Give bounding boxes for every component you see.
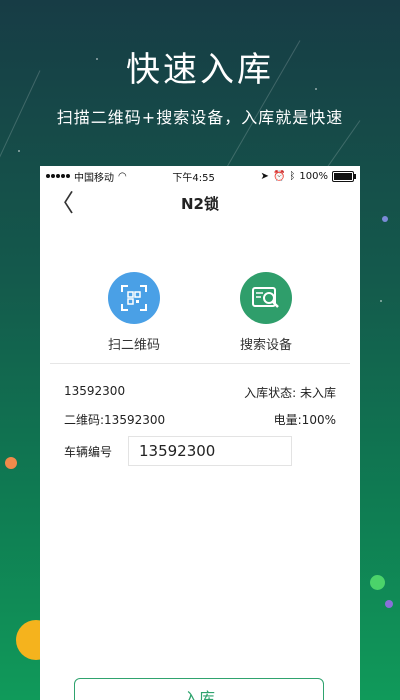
location-icon: ➤ xyxy=(260,170,269,182)
wifi-icon: ◠ xyxy=(118,170,127,182)
qr-scan-icon xyxy=(108,272,160,324)
nav-title: N2锁 xyxy=(181,194,219,213)
battery-level: 电量:100% xyxy=(273,413,336,427)
decorative-dot-purple xyxy=(382,216,388,222)
scan-qr-label: 扫二维码 xyxy=(107,338,160,353)
vehicle-number-input[interactable] xyxy=(128,436,292,466)
bluetooth-icon: ᛒ xyxy=(289,170,296,182)
vehicle-number-label: 车辆编号 xyxy=(64,444,113,459)
vehicle-number-row: 车辆编号 xyxy=(40,436,360,466)
qr-code-value: 二维码:13592300 xyxy=(64,413,166,427)
storage-status: 入库状态: 未入库 xyxy=(244,386,336,400)
nav-bar: 〈 N2锁 xyxy=(40,186,360,220)
scan-qr-button[interactable]: 扫二维码 xyxy=(79,272,189,353)
hero-title: 快速入库 xyxy=(126,50,274,90)
hero-subtitle: 扫描二维码+搜索设备，入库就是快速 xyxy=(56,108,344,127)
submit-storage-button[interactable]: 入库 xyxy=(74,678,324,700)
battery-icon xyxy=(331,170,356,182)
search-device-label: 搜索设备 xyxy=(239,338,292,353)
status-bar: 中国移动 ◠ 下午4:55 ➤ ⏰ ᛒ 100% xyxy=(40,166,360,186)
back-button[interactable]: 〈 xyxy=(50,190,74,216)
device-info-row: 13592300 入库状态: 未入库 xyxy=(40,384,360,401)
phone-screen: 中国移动 ◠ 下午4:55 ➤ ⏰ ᛒ 100% 〈 N2锁 扫二维码 搜索设备… xyxy=(40,166,360,700)
battery-percent: 100% xyxy=(299,170,328,182)
divider xyxy=(50,363,350,364)
device-info-row: 二维码:13592300 电量:100% xyxy=(40,411,360,428)
carrier-name: 中国移动 xyxy=(74,172,114,184)
search-device-icon xyxy=(240,272,292,324)
decorative-dot-orange xyxy=(5,457,17,469)
decorative-dot-green xyxy=(370,575,385,590)
device-id: 13592300 xyxy=(64,384,126,398)
action-buttons: 扫二维码 搜索设备 xyxy=(40,272,360,353)
decorative-star xyxy=(380,300,382,302)
signal-icon xyxy=(46,174,70,178)
status-time: 下午4:55 xyxy=(172,172,215,184)
search-device-button[interactable]: 搜索设备 xyxy=(211,272,321,353)
decorative-star xyxy=(18,150,20,152)
alarm-icon: ⏰ xyxy=(272,170,286,182)
decorative-dot-purple xyxy=(385,600,393,608)
